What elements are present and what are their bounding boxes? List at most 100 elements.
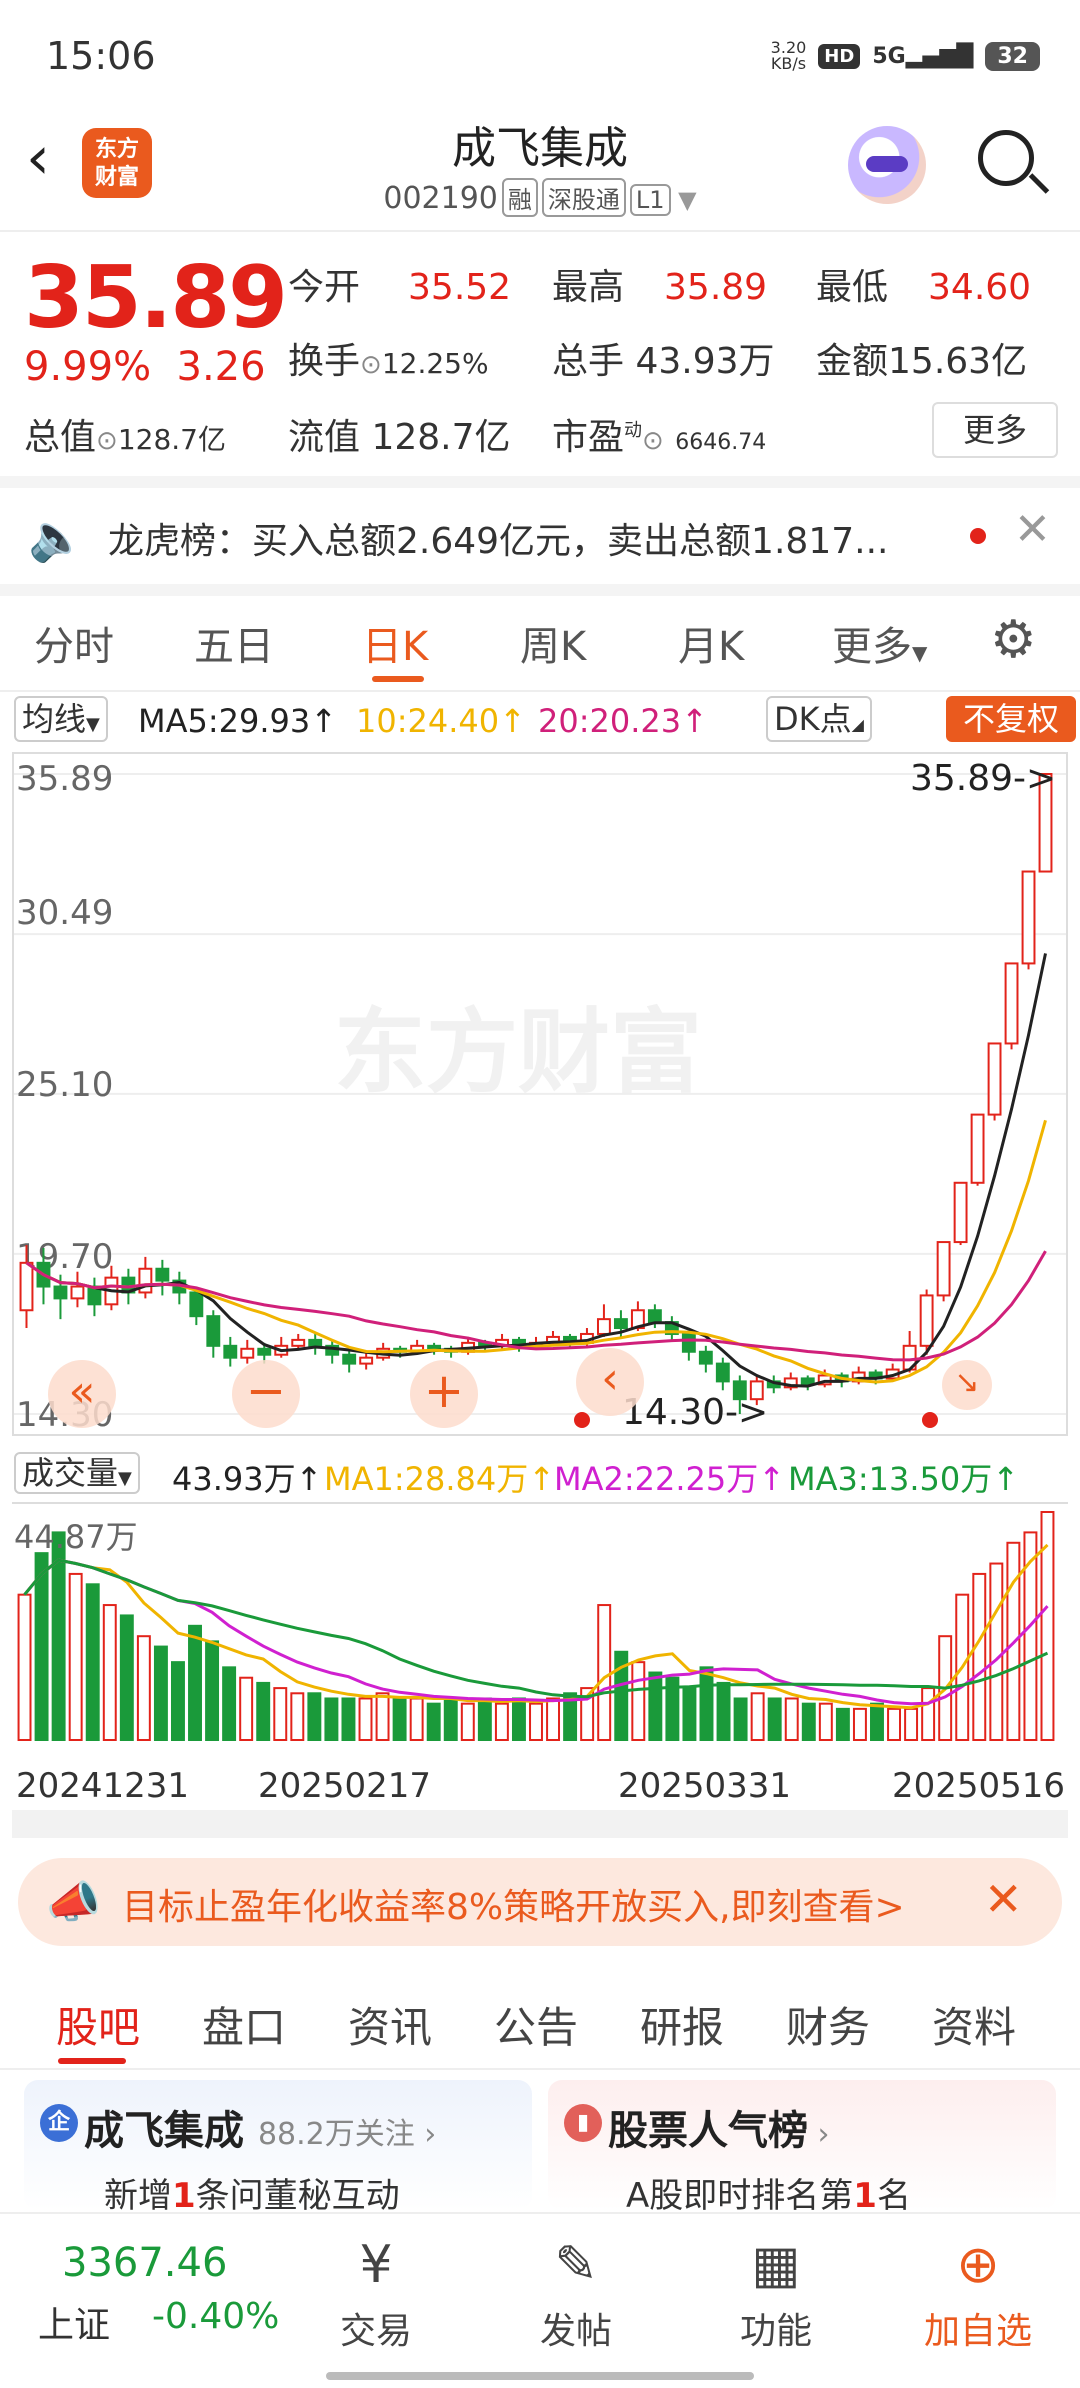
- tab-pankou[interactable]: 盘口: [202, 1994, 286, 2055]
- chart-scroll-strip[interactable]: [12, 1810, 1068, 1838]
- volume-bar: [85, 1583, 100, 1741]
- pe-sup: 动: [624, 420, 643, 441]
- tab-research[interactable]: 研报: [640, 1994, 724, 2055]
- dragon-tiger-banner[interactable]: 🔈 龙虎榜：买入总额2.649亿元，卖出总额1.817... ✕: [0, 488, 1080, 584]
- volume-chart[interactable]: 44.87万: [12, 1502, 1068, 1748]
- candle-body: [953, 1181, 968, 1244]
- scroll-left-fast-icon[interactable]: «: [48, 1360, 116, 1428]
- float-cell: 流值 128.7亿: [288, 408, 511, 460]
- float-label: 流值: [288, 417, 361, 458]
- tag-shenzhen-connect: 深股通: [541, 178, 626, 217]
- dropdown-arrow-icon: ▼: [912, 641, 928, 665]
- volume-bar: [494, 1702, 509, 1742]
- adjust-button[interactable]: 不复权: [946, 696, 1076, 742]
- turnover-cell[interactable]: 换手⊙12.25%: [288, 332, 489, 384]
- open-cell: 今开 35.52: [288, 258, 511, 310]
- mcap-value: 128.7亿: [117, 423, 226, 456]
- nav-post[interactable]: ✎ 发帖: [506, 2234, 646, 2354]
- mcap-cell[interactable]: 总值⊙128.7亿: [24, 408, 226, 460]
- candle-body: [1004, 962, 1019, 1045]
- candle-body: [53, 1285, 68, 1300]
- signal-label: 5G: [872, 43, 906, 69]
- tab-monthly-k[interactable]: 月K: [678, 614, 744, 672]
- candle-body: [987, 1042, 1002, 1116]
- low-label: 最低: [816, 267, 889, 308]
- jump-latest-icon[interactable]: ↘: [942, 1360, 992, 1410]
- status-right: 3.20 KB/s HD 5G▂▄▆█ 32: [771, 40, 1040, 72]
- volume-bar: [699, 1666, 714, 1741]
- tab-finance[interactable]: 财务: [786, 1994, 870, 2055]
- signal-icon: 5G▂▄▆█: [872, 43, 974, 69]
- header-divider: [0, 230, 1080, 232]
- close-icon[interactable]: ✕: [1014, 504, 1051, 555]
- open-value: 35.52: [408, 267, 512, 308]
- active-tab-underline: [372, 676, 424, 682]
- low-value: 34.60: [928, 267, 1032, 308]
- stock-forum-card[interactable]: 企 成飞集成 88.2万关注 › 新增1条问董秘互动: [24, 2080, 532, 2210]
- edit-icon: ✎: [554, 2235, 598, 2295]
- volume-indicator-selector[interactable]: 成交量▼: [14, 1452, 140, 1494]
- tab-more[interactable]: 更多▼: [832, 614, 927, 672]
- more-quote-button[interactable]: 更多: [932, 402, 1058, 458]
- pe-cell[interactable]: 市盈动⊙ 6646.74: [552, 408, 766, 460]
- volume-bar: [171, 1661, 185, 1742]
- tab-intraday[interactable]: 分时: [34, 614, 114, 672]
- volume-bar: [426, 1702, 441, 1742]
- gear-icon[interactable]: ⚙: [990, 610, 1037, 670]
- tab-weekly-k[interactable]: 周K: [520, 614, 586, 672]
- amount-value: 15.63亿: [888, 341, 1028, 382]
- x-date-label: 20250331: [618, 1766, 792, 1806]
- sub-post: 条问董秘互动: [195, 2176, 400, 2210]
- candle-body: [698, 1350, 713, 1365]
- scroll-left-icon[interactable]: ‹: [576, 1348, 644, 1416]
- tab-five-day[interactable]: 五日: [194, 614, 274, 672]
- volume-label: 总手: [552, 341, 625, 382]
- volume-bar: [307, 1692, 322, 1741]
- volume-value: 43.93万: [635, 341, 775, 382]
- promo-banner[interactable]: 📣 目标止盈年化收益率8%策略开放买入,即刻查看> ✕: [18, 1858, 1062, 1946]
- close-icon[interactable]: ✕: [984, 1872, 1023, 1926]
- high-cell: 最高 35.89: [552, 258, 767, 310]
- tab-daily-k[interactable]: 日K: [362, 614, 428, 672]
- search-icon[interactable]: [978, 130, 1034, 186]
- volume-bar: [682, 1687, 697, 1741]
- dk-point-selector[interactable]: DK点◢: [766, 696, 872, 742]
- tab-news[interactable]: 资讯: [348, 1994, 432, 2055]
- dropdown-arrow-icon: ▼: [86, 714, 100, 735]
- candle-body: [257, 1347, 272, 1356]
- volume-max-tick: 44.87万: [14, 1518, 138, 1556]
- kline-chart[interactable]: 东方财富 35.89 30.49 25.10 19.70 14.30 35.89…: [12, 752, 1068, 1436]
- period-tabs: 分时 五日 日K 周K 月K 更多▼ ⚙: [0, 590, 1080, 690]
- nav-add-watchlist[interactable]: ⊕ 加自选: [908, 2234, 1048, 2354]
- volume-bar: [648, 1671, 663, 1741]
- indicator-label: 均线: [22, 700, 87, 738]
- tab-profile[interactable]: 资料: [932, 1994, 1016, 2055]
- tab-guba[interactable]: 股吧: [56, 1994, 140, 2055]
- home-indicator[interactable]: [326, 2372, 754, 2380]
- popularity-title-text: 股票人气榜: [608, 2108, 808, 2154]
- y-tick-label: 30.49: [16, 893, 113, 933]
- popularity-card[interactable]: ▮ 股票人气榜 › A股即时排名第1名: [548, 2080, 1056, 2210]
- volume-bar: [511, 1697, 526, 1741]
- bar-chart-icon: ▮: [564, 2104, 602, 2142]
- sub-num: 1: [172, 2176, 196, 2210]
- zoom-out-icon[interactable]: −: [232, 1360, 300, 1428]
- nav-trade[interactable]: ¥ 交易: [306, 2234, 446, 2354]
- candle-body: [189, 1291, 204, 1318]
- mcap-label: 总值: [24, 417, 97, 458]
- chevron-right-icon: ›: [414, 2117, 437, 2152]
- speaker-icon: 🔈: [28, 510, 86, 564]
- zoom-in-icon[interactable]: +: [410, 1360, 478, 1428]
- nav-functions[interactable]: ▦ 功能: [706, 2234, 846, 2354]
- amount-label: 金额: [816, 341, 889, 382]
- watermark: 东方财富: [334, 999, 702, 1106]
- nav-trade-label: 交易: [339, 2311, 412, 2352]
- volume-bar: [68, 1572, 83, 1741]
- volume-bar: [188, 1624, 202, 1741]
- candle-body: [308, 1338, 323, 1347]
- indicator-selector[interactable]: 均线▼: [14, 696, 108, 742]
- info-icon: ⊙: [96, 426, 118, 456]
- grid-lines: [14, 773, 1066, 1415]
- assistant-robot-icon[interactable]: [848, 126, 926, 204]
- tab-announcements[interactable]: 公告: [494, 1994, 578, 2055]
